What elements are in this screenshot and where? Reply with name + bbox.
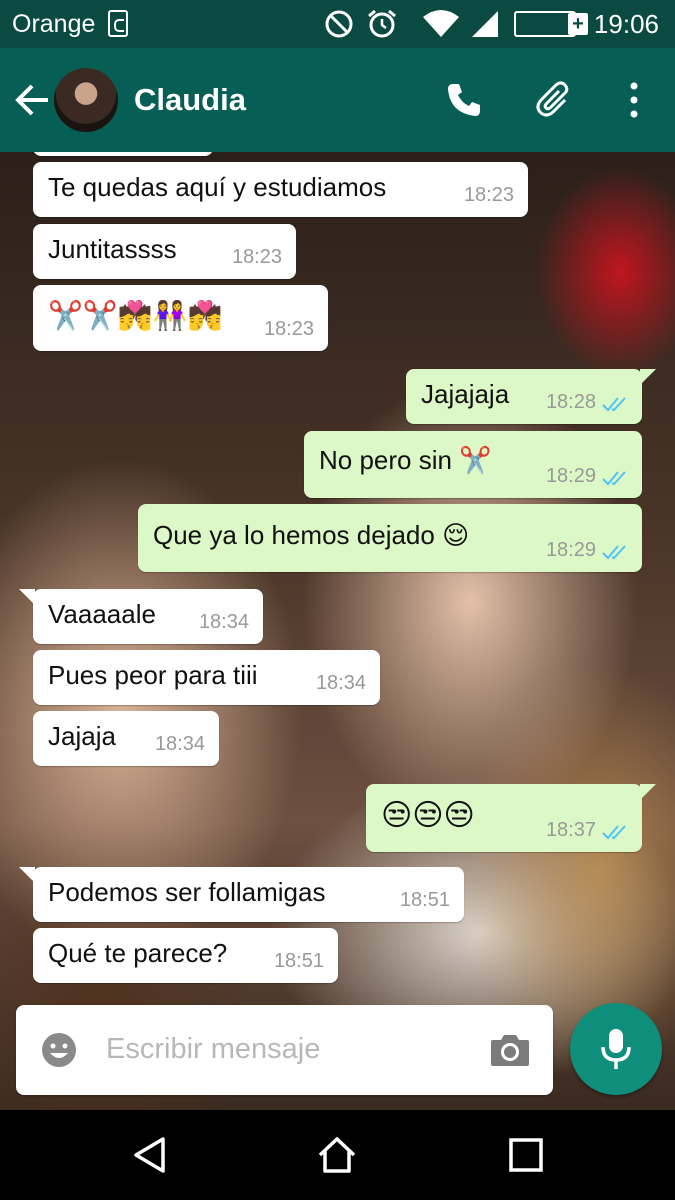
message-time: 18:51 xyxy=(399,889,450,911)
chat-area[interactable]: Te quedas aquí y estudiamos 18:23 Juntit… xyxy=(0,152,675,1110)
double-check-read-icon xyxy=(602,471,626,486)
battery-percent: 57% xyxy=(523,15,558,34)
alarm-icon xyxy=(367,9,396,38)
sim-icon xyxy=(108,10,128,37)
message-outgoing[interactable]: Jajajaja 18:28 xyxy=(406,369,656,424)
double-check-read-icon xyxy=(602,397,626,412)
mic-button[interactable] xyxy=(570,1003,662,1095)
message-incoming[interactable]: Te quedas aquí y estudiamos 18:23 xyxy=(33,162,528,217)
status-bar: Orange 57% + 19:06 xyxy=(0,0,675,48)
battery-charging-icon: 57% + xyxy=(510,11,588,37)
contact-name[interactable]: Claudia xyxy=(134,82,246,118)
message-time: 18:37 xyxy=(545,819,596,841)
charging-plus-icon: + xyxy=(567,13,588,35)
paperclip-icon[interactable] xyxy=(535,80,575,120)
avatar[interactable] xyxy=(54,68,118,132)
message-incoming[interactable]: Qué te parece? 18:51 xyxy=(33,928,338,983)
message-text: Te quedas aquí y estudiamos xyxy=(48,172,387,202)
phone-icon[interactable] xyxy=(444,80,484,120)
nav-home-icon[interactable] xyxy=(317,1135,357,1175)
carrier-name: Orange xyxy=(12,10,96,38)
message-time: 18:34 xyxy=(198,611,249,633)
message-text: Vaaaaale xyxy=(48,599,156,629)
camera-icon[interactable] xyxy=(489,1032,531,1068)
message-text: Jajaja xyxy=(48,721,116,751)
message-input[interactable]: Escribir mensaje xyxy=(106,1033,320,1066)
bubble-tail xyxy=(19,867,35,883)
message-text: Juntitassss xyxy=(48,234,177,264)
message-outgoing[interactable]: 😒😒😒 18:37 xyxy=(366,784,656,852)
double-check-read-icon xyxy=(602,545,626,560)
message-bubble-partial xyxy=(33,152,213,156)
message-text: Pues peor para tiii xyxy=(48,660,258,690)
message-time: 18:34 xyxy=(154,733,205,755)
signal-icon xyxy=(471,11,498,37)
message-text: No pero sin ✂️ xyxy=(319,445,492,475)
message-outgoing[interactable]: Que ya lo hemos dejado 😌 18:29 xyxy=(138,504,642,572)
message-time: 18:28 xyxy=(545,391,596,413)
message-incoming[interactable]: Vaaaaale 18:34 xyxy=(19,589,263,644)
message-time: 18:51 xyxy=(273,950,324,972)
message-time: 18:23 xyxy=(231,246,282,268)
chat-header: Claudia xyxy=(0,48,675,152)
message-incoming[interactable]: Podemos ser follamigas 18:51 xyxy=(19,867,464,922)
message-text: ✂️✂️💏👭💏 xyxy=(48,299,223,332)
bubble-tail xyxy=(19,589,35,605)
message-time: 18:23 xyxy=(463,184,514,206)
message-text: 😒😒😒 xyxy=(381,798,475,833)
message-outgoing[interactable]: No pero sin ✂️ 18:29 xyxy=(304,431,642,498)
message-incoming[interactable]: Pues peor para tiii 18:34 xyxy=(33,650,380,705)
message-text: Qué te parece? xyxy=(48,938,228,968)
message-time: 18:34 xyxy=(315,672,366,694)
message-time: 18:29 xyxy=(545,539,596,561)
message-text: Podemos ser follamigas xyxy=(48,877,326,907)
message-incoming[interactable]: Jajaja 18:34 xyxy=(33,711,219,766)
message-time: 18:23 xyxy=(263,318,314,340)
message-incoming[interactable]: ✂️✂️💏👭💏 18:23 xyxy=(33,285,328,351)
message-input-bar[interactable]: Escribir mensaje xyxy=(16,1005,553,1095)
double-check-read-icon xyxy=(602,825,626,840)
message-text: Jajajaja xyxy=(421,379,510,409)
wifi-icon xyxy=(422,10,459,37)
bubble-tail xyxy=(640,784,656,800)
back-arrow-icon[interactable] xyxy=(10,78,54,122)
message-incoming[interactable]: Juntitassss 18:23 xyxy=(33,224,296,279)
more-vert-icon[interactable] xyxy=(612,80,656,120)
bubble-tail xyxy=(640,369,656,385)
navigation-bar xyxy=(0,1110,675,1200)
message-text: Que ya lo hemos dejado 😌 xyxy=(153,520,470,550)
clock: 19:06 xyxy=(593,8,659,39)
status-icons: 57% + 19:06 xyxy=(324,8,659,40)
nav-recents-icon[interactable] xyxy=(506,1135,546,1175)
emoji-icon[interactable] xyxy=(40,1031,78,1069)
mic-icon xyxy=(601,1029,631,1069)
do-not-disturb-icon xyxy=(325,10,353,38)
message-time: 18:29 xyxy=(545,465,596,487)
nav-back-icon[interactable] xyxy=(130,1135,170,1175)
